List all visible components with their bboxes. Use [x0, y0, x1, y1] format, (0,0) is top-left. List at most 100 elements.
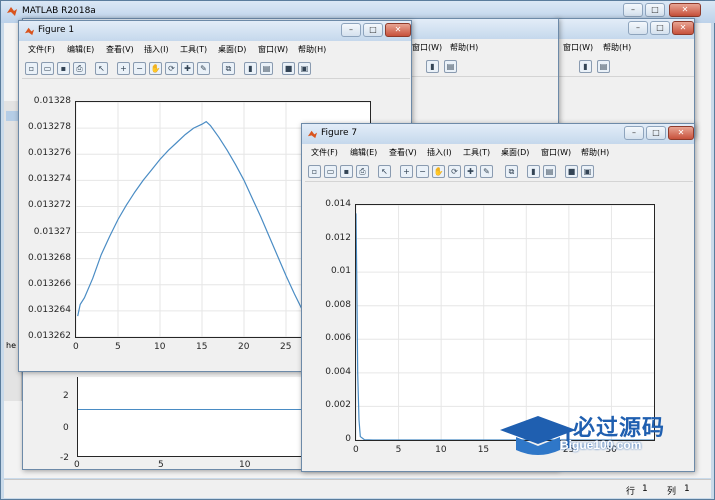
figure-7-x-tick-label: 10 [435, 445, 447, 455]
figure-7-minimize-button[interactable]: – [624, 126, 644, 140]
pointer-icon[interactable]: ↖ [95, 62, 108, 75]
brush-icon[interactable]: ✎ [480, 165, 493, 178]
figure-7-toolbar: ▫ ▭ ▪ ⎙ ↖ + − ✋ ⟳ ✚ ✎ ⧉ ▮ ▤ ■ ▣ [305, 162, 693, 182]
menu-item-tools[interactable]: 工具(T) [180, 44, 207, 55]
menu-item-help[interactable]: 帮助(H) [581, 147, 609, 158]
figure-7-y-tick-label: 0.012 [325, 232, 351, 243]
open-folder-icon[interactable]: ▭ [41, 62, 54, 75]
pan-hand-icon[interactable]: ✋ [149, 62, 162, 75]
open-folder-icon[interactable]: ▭ [324, 165, 337, 178]
brush-icon[interactable]: ✎ [197, 62, 210, 75]
link-plot-icon[interactable]: ⧉ [505, 165, 518, 178]
zoom-in-icon[interactable]: + [117, 62, 130, 75]
figure-7-title-bar: Figure 7 – □ ✕ [302, 124, 694, 144]
figure-1-x-tick-label: 5 [115, 342, 121, 352]
menu-item-help[interactable]: 帮助(H) [298, 44, 326, 55]
figure-1-title: Figure 1 [38, 25, 75, 35]
figure-1-y-tick-label: 0.013276 [28, 148, 71, 159]
figure-1-title-bar: Figure 1 – □ ✕ [19, 21, 411, 41]
figure-7-close-button[interactable]: ✕ [668, 126, 694, 140]
bg-figure-minimize-button[interactable]: – [628, 21, 648, 35]
hide-tools-icon[interactable]: ■ [565, 165, 578, 178]
menu-item-edit[interactable]: 编辑(E) [67, 44, 94, 55]
rotate-3d-icon[interactable]: ⟳ [448, 165, 461, 178]
legend-icon[interactable]: ▤ [597, 60, 610, 73]
colorbar-icon[interactable]: ▮ [426, 60, 439, 73]
zoom-out-icon[interactable]: − [416, 165, 429, 178]
status-col-value: 1 [684, 484, 690, 494]
menu-item-file[interactable]: 文件(F) [28, 44, 55, 55]
pan-hand-icon[interactable]: ✋ [432, 165, 445, 178]
legend-icon[interactable]: ▤ [543, 165, 556, 178]
new-file-icon[interactable]: ▫ [25, 62, 38, 75]
figure-7-plot [356, 205, 654, 440]
figure-1-x-tick-label: 20 [238, 342, 250, 352]
colorbar-icon[interactable]: ▮ [579, 60, 592, 73]
zoom-out-icon[interactable]: − [133, 62, 146, 75]
bg-figure-toolbar: ▮ ▤ [559, 57, 694, 77]
menu-item-desktop[interactable]: 桌面(D) [501, 147, 529, 158]
colorbar-icon[interactable]: ▮ [527, 165, 540, 178]
status-row-label: 行 [626, 487, 636, 497]
show-tools-icon[interactable]: ▣ [581, 165, 594, 178]
figure-1-x-tick-label: 25 [280, 342, 292, 352]
legend-icon[interactable]: ▤ [444, 60, 457, 73]
new-file-icon[interactable]: ▫ [308, 165, 321, 178]
hide-tools-icon[interactable]: ■ [282, 62, 295, 75]
menu-item-file[interactable]: 文件(F) [311, 147, 338, 158]
figure-1-y-tick-label: 0.013274 [28, 174, 71, 185]
zoom-in-icon[interactable]: + [400, 165, 413, 178]
main-window-title: MATLAB R2018a [22, 6, 96, 16]
background-figure-window-right[interactable]: – □ ✕ 窗口(W) 帮助(H) ▮ ▤ [555, 18, 695, 138]
figure-icon [307, 130, 318, 139]
menu-item-insert[interactable]: 插入(I) [427, 147, 452, 158]
figure-1-y-tick-label: 0.013272 [28, 200, 71, 211]
background-figure-title-bar: – □ ✕ [556, 19, 694, 39]
panel-collapse-icon[interactable] [6, 111, 18, 121]
menu-item-view[interactable]: 查看(V) [389, 147, 417, 158]
figure-7-x-tick-label: 0 [353, 445, 359, 455]
print-icon[interactable]: ⎙ [73, 62, 86, 75]
rotate-3d-icon[interactable]: ⟳ [165, 62, 178, 75]
menu-item-window[interactable]: 窗口(W) [412, 42, 442, 53]
figure-1-menu-bar: 文件(F) 编辑(E) 查看(V) 插入(I) 工具(T) 桌面(D) 窗口(W… [22, 41, 410, 58]
menu-item-help[interactable]: 帮助(H) [603, 42, 631, 53]
data-cursor-icon[interactable]: ✚ [464, 165, 477, 178]
menu-item-window[interactable]: 窗口(W) [563, 42, 593, 53]
figure-7-menu-bar: 文件(F) 编辑(E) 查看(V) 插入(I) 工具(T) 桌面(D) 窗口(W… [305, 144, 693, 161]
save-icon[interactable]: ▪ [57, 62, 70, 75]
figure-7-maximize-button[interactable]: □ [646, 126, 666, 140]
menu-item-window[interactable]: 窗口(W) [258, 44, 288, 55]
figure-1-y-tick-label: 0.013266 [28, 278, 71, 289]
data-cursor-icon[interactable]: ✚ [181, 62, 194, 75]
figure-1-close-button[interactable]: ✕ [385, 23, 411, 37]
bg-figure-close-button[interactable]: ✕ [672, 21, 694, 35]
bg-y-tick: 0 [63, 423, 69, 433]
bg-y-tick: 2 [63, 391, 69, 401]
colorbar-icon[interactable]: ▮ [244, 62, 257, 75]
menu-item-help[interactable]: 帮助(H) [450, 42, 478, 53]
figure-1-x-tick-label: 15 [196, 342, 208, 352]
figure-1-maximize-button[interactable]: □ [363, 23, 383, 37]
pointer-icon[interactable]: ↖ [378, 165, 391, 178]
legend-icon[interactable]: ▤ [260, 62, 273, 75]
menu-item-view[interactable]: 查看(V) [106, 44, 134, 55]
bg-x-tick-label: 10 [239, 460, 251, 470]
menu-item-window[interactable]: 窗口(W) [541, 147, 571, 158]
main-maximize-button[interactable]: □ [645, 3, 665, 17]
menu-item-tools[interactable]: 工具(T) [463, 147, 490, 158]
bg-x-tick-label: 0 [74, 460, 80, 470]
figure-1-y-tick-label: 0.01327 [33, 226, 71, 237]
menu-item-insert[interactable]: 插入(I) [144, 44, 169, 55]
save-icon[interactable]: ▪ [340, 165, 353, 178]
main-minimize-button[interactable]: – [623, 3, 643, 17]
bg-y-tick: -2 [60, 453, 69, 463]
show-tools-icon[interactable]: ▣ [298, 62, 311, 75]
print-icon[interactable]: ⎙ [356, 165, 369, 178]
link-plot-icon[interactable]: ⧉ [222, 62, 235, 75]
menu-item-desktop[interactable]: 桌面(D) [218, 44, 246, 55]
bg-figure-maximize-button[interactable]: □ [650, 21, 670, 35]
figure-1-minimize-button[interactable]: – [341, 23, 361, 37]
main-close-button[interactable]: ✕ [669, 3, 701, 17]
menu-item-edit[interactable]: 编辑(E) [350, 147, 377, 158]
